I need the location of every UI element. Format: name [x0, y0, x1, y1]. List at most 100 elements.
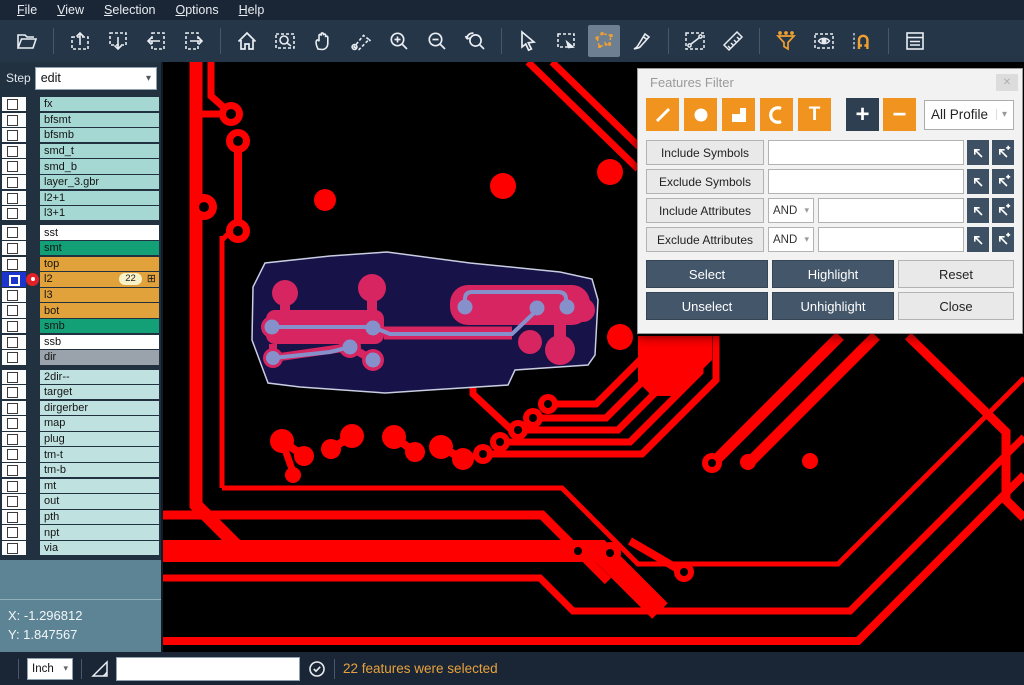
- layer-checkbox[interactable]: [2, 494, 26, 508]
- layer-checkbox[interactable]: [2, 385, 26, 399]
- layer-checkbox[interactable]: [2, 510, 26, 524]
- pick-attribute-icon[interactable]: [967, 198, 989, 223]
- pick-symbol-icon[interactable]: [967, 140, 989, 165]
- measure-icon[interactable]: [679, 25, 711, 57]
- active-layer-indicator[interactable]: [26, 303, 40, 317]
- layer-checkbox[interactable]: [2, 241, 26, 255]
- features-filter-icon[interactable]: [770, 25, 802, 57]
- reset-button[interactable]: Reset: [898, 260, 1014, 288]
- layer-name-cell[interactable]: dirgerber ⊞: [40, 401, 159, 415]
- layer-checkbox[interactable]: [2, 401, 26, 415]
- layer-checkbox[interactable]: [2, 432, 26, 446]
- layer-name-cell[interactable]: via ⊞: [40, 541, 159, 555]
- layer-checkbox[interactable]: [2, 206, 26, 220]
- zoom-previous-icon[interactable]: [459, 25, 491, 57]
- menu-help[interactable]: Help: [230, 1, 274, 19]
- active-layer-indicator[interactable]: [26, 541, 40, 555]
- layer-checkbox[interactable]: [2, 447, 26, 461]
- layer-checkbox[interactable]: [2, 113, 26, 127]
- layer-checkbox[interactable]: [2, 191, 26, 205]
- pick-symbol-icon[interactable]: [967, 169, 989, 194]
- pick-add-attribute-icon[interactable]: [992, 198, 1014, 223]
- layer-checkbox[interactable]: [2, 159, 26, 173]
- pan-icon[interactable]: [307, 25, 339, 57]
- report-icon[interactable]: [899, 25, 931, 57]
- step-select[interactable]: edit ▾: [35, 67, 157, 90]
- layer-name-cell[interactable]: mt ⊞: [40, 479, 159, 493]
- active-layer-indicator[interactable]: [26, 206, 40, 220]
- layer-name-cell[interactable]: out ⊞: [40, 494, 159, 508]
- active-layer-indicator[interactable]: [26, 288, 40, 302]
- select-rectangle-icon[interactable]: [550, 25, 582, 57]
- active-layer-indicator[interactable]: [26, 432, 40, 446]
- filter-surface-button[interactable]: [722, 98, 755, 131]
- select-icon[interactable]: [512, 25, 544, 57]
- layer-checkbox[interactable]: [2, 319, 26, 333]
- menu-view[interactable]: View: [48, 1, 93, 19]
- ruler-icon[interactable]: [717, 25, 749, 57]
- command-input[interactable]: [116, 657, 300, 681]
- exclude-attributes-logic-select[interactable]: AND ▾: [768, 227, 814, 252]
- highlight-button[interactable]: Highlight: [772, 260, 894, 288]
- menu-file[interactable]: File: [8, 1, 46, 19]
- unit-select[interactable]: Inch ▾: [27, 658, 73, 680]
- menu-options[interactable]: Options: [166, 1, 227, 19]
- pick-attribute-icon[interactable]: [967, 227, 989, 252]
- zoom-out-icon[interactable]: [421, 25, 453, 57]
- layer-checkbox[interactable]: [2, 144, 26, 158]
- layer-name-cell[interactable]: layer_3.gbr ⊞: [40, 175, 159, 189]
- layer-checkbox[interactable]: [2, 541, 26, 555]
- layer-name-cell[interactable]: 2dir-- ⊞: [40, 370, 159, 384]
- import-top-icon[interactable]: [64, 25, 96, 57]
- refresh-check-icon[interactable]: [308, 660, 326, 678]
- filter-text-button[interactable]: T: [798, 98, 831, 131]
- layer-name-cell[interactable]: bfsmt ⊞: [40, 113, 159, 127]
- layer-checkbox[interactable]: [2, 335, 26, 349]
- active-layer-indicator[interactable]: [26, 494, 40, 508]
- active-layer-indicator[interactable]: [26, 97, 40, 111]
- filter-line-button[interactable]: [646, 98, 679, 131]
- select-polygon-icon[interactable]: [588, 25, 620, 57]
- unhighlight-button[interactable]: Unhighlight: [772, 292, 894, 320]
- active-layer-indicator[interactable]: [26, 159, 40, 173]
- active-layer-indicator[interactable]: [26, 319, 40, 333]
- active-layer-indicator[interactable]: [26, 257, 40, 271]
- layer-checkbox[interactable]: [2, 272, 26, 286]
- layer-display-icon[interactable]: [808, 25, 840, 57]
- include-symbols-input[interactable]: [768, 140, 964, 165]
- select-button[interactable]: Select: [646, 260, 768, 288]
- active-layer-indicator[interactable]: [26, 385, 40, 399]
- layer-name-cell[interactable]: tm-b ⊞: [40, 463, 159, 477]
- layer-name-cell[interactable]: sst ⊞: [40, 225, 159, 239]
- zoom-in-icon[interactable]: [383, 25, 415, 57]
- layer-checkbox[interactable]: [2, 175, 26, 189]
- filter-positive-button[interactable]: +: [846, 98, 879, 131]
- layer-name-cell[interactable]: bfsmb ⊞: [40, 128, 159, 142]
- layer-checkbox[interactable]: [2, 525, 26, 539]
- layer-name-cell[interactable]: tm-t ⊞: [40, 447, 159, 461]
- exclude-symbols-input[interactable]: [768, 169, 964, 194]
- active-layer-indicator[interactable]: [26, 144, 40, 158]
- pick-add-symbol-icon[interactable]: [992, 140, 1014, 165]
- dialog-titlebar[interactable]: Features Filter ✕: [638, 69, 1022, 94]
- layer-checkbox[interactable]: [2, 463, 26, 477]
- layer-name-cell[interactable]: dir ⊞: [40, 350, 159, 364]
- layer-name-cell[interactable]: top ⊞: [40, 257, 159, 271]
- layer-checkbox[interactable]: [2, 257, 26, 271]
- layer-checkbox[interactable]: [2, 288, 26, 302]
- import-right-icon[interactable]: [178, 25, 210, 57]
- active-layer-indicator[interactable]: [26, 401, 40, 415]
- layer-checkbox[interactable]: [2, 416, 26, 430]
- include-symbols-button[interactable]: Include Symbols: [646, 140, 764, 165]
- layer-name-cell[interactable]: pth ⊞: [40, 510, 159, 524]
- active-layer-indicator[interactable]: [26, 510, 40, 524]
- import-bottom-icon[interactable]: [102, 25, 134, 57]
- active-layer-indicator[interactable]: [26, 335, 40, 349]
- layer-checkbox[interactable]: [2, 303, 26, 317]
- active-layer-indicator[interactable]: [26, 225, 40, 239]
- include-attributes-logic-select[interactable]: AND ▾: [768, 198, 814, 223]
- active-layer-indicator[interactable]: [26, 128, 40, 142]
- angle-mode-icon[interactable]: [90, 659, 110, 679]
- layer-name-cell[interactable]: fx ⊞: [40, 97, 159, 111]
- active-layer-indicator[interactable]: [26, 463, 40, 477]
